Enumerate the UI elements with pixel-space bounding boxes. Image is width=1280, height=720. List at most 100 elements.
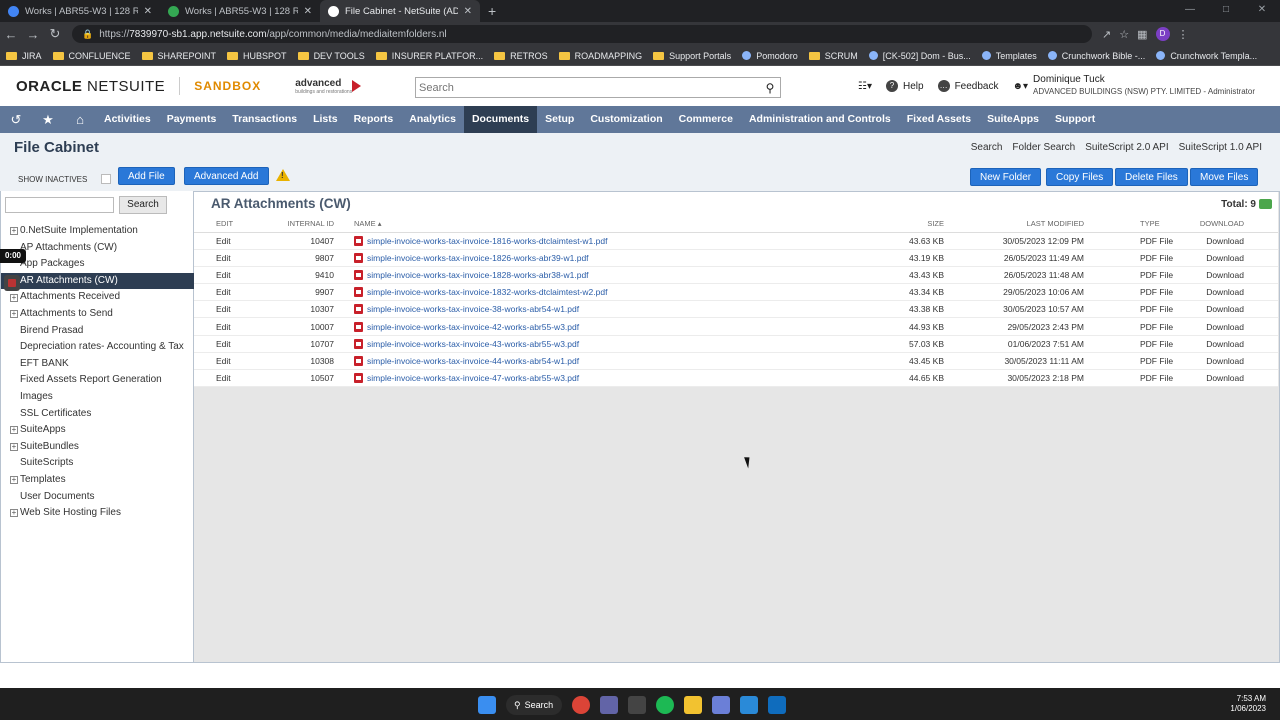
new-tab-button[interactable]: + [480, 0, 504, 22]
column-header-name[interactable]: NAME ▴ [354, 215, 824, 233]
url-field[interactable]: 🔒 https://7839970-sb1.app.netsuite.com/a… [72, 25, 1092, 43]
tab-close-icon[interactable]: ✕ [464, 6, 472, 17]
global-search-input[interactable] [416, 78, 760, 97]
file-name-link[interactable]: simple-invoice-works-tax-invoice-1826-wo… [367, 253, 589, 263]
favorites-icon[interactable]: ★ [32, 112, 64, 128]
tree-folder-item[interactable]: AR Attachments (CW) [1, 272, 194, 290]
back-icon[interactable]: ← [0, 27, 22, 42]
download-link[interactable]: Download [1184, 232, 1278, 250]
bookmark-item[interactable]: Crunchwork Bible -... [1047, 51, 1145, 61]
page-link[interactable]: Search [971, 142, 1003, 153]
reload-icon[interactable]: ↻ [44, 26, 66, 42]
folder-search-button[interactable]: Search [119, 196, 167, 214]
puzzle-icon[interactable]: ▦ [1137, 28, 1147, 41]
bookmark-item[interactable]: Support Portals [653, 51, 731, 61]
bookmark-item[interactable]: SCRUM [808, 51, 858, 61]
tree-folder-item[interactable]: + SuiteApps [1, 422, 194, 439]
bookmark-item[interactable]: JIRA [6, 51, 42, 61]
expand-plus-icon[interactable]: + [10, 227, 18, 236]
file-name-link[interactable]: simple-invoice-works-tax-invoice-47-work… [367, 373, 579, 383]
export-excel-icon[interactable] [1259, 199, 1272, 209]
tree-folder-item[interactable]: + Attachments Received [1, 289, 194, 306]
bookmark-item[interactable]: SHAREPOINT [141, 51, 216, 61]
tree-folder-item[interactable]: Images [1, 389, 194, 406]
tree-folder-item[interactable]: +0.NetSuite Implementation [1, 223, 194, 240]
tree-folder-item[interactable]: AP Attachments (CW) [1, 240, 194, 257]
move-files-button[interactable]: Move Files [1190, 168, 1259, 186]
file-name-link[interactable]: simple-invoice-works-tax-invoice-1828-wo… [367, 270, 589, 280]
expand-plus-icon[interactable]: + [10, 310, 18, 319]
bookmark-item[interactable]: HUBSPOT [227, 51, 287, 61]
browser-tab[interactable]: Works | ABR55-W3 | 128 Roberts ✕ [160, 0, 320, 22]
nav-item-support[interactable]: Support [1047, 106, 1103, 133]
edit-link[interactable]: Edit [194, 352, 254, 371]
bookmark-item[interactable]: Crunchwork Templa... [1156, 51, 1257, 61]
download-link[interactable]: Download [1184, 352, 1278, 371]
show-inactives-checkbox[interactable] [101, 174, 112, 184]
edit-link[interactable]: Edit [194, 232, 254, 250]
bookmark-item[interactable]: Pomodoro [742, 51, 798, 61]
bookmark-item[interactable]: Templates [981, 51, 1037, 61]
recent-icon[interactable]: ↺ [0, 112, 32, 128]
taskbar-search[interactable]: ⚲ Search [506, 695, 562, 715]
nav-item-commerce[interactable]: Commerce [671, 106, 741, 133]
nav-item-lists[interactable]: Lists [305, 106, 346, 133]
chrome-icon[interactable] [572, 696, 590, 714]
edit-link[interactable]: Edit [194, 300, 254, 319]
nav-item-analytics[interactable]: Analytics [401, 106, 464, 133]
browser-tab[interactable]: File Cabinet - NetSuite (ADVANC ✕ [320, 0, 480, 22]
add-file-button[interactable]: Add File [118, 167, 175, 185]
bookmark-item[interactable]: [CK-502] Dom - Bus... [868, 51, 971, 61]
recent-records-icon[interactable]: ☷▾ [858, 81, 872, 92]
system-clock[interactable]: 7:53 AM 1/06/2023 [1230, 694, 1266, 714]
file-explorer-icon[interactable] [684, 696, 702, 714]
feedback-link[interactable]: … Feedback [937, 80, 998, 92]
tree-folder-item[interactable]: + Attachments to Send [1, 306, 194, 323]
delete-files-button[interactable]: Delete Files [1115, 168, 1188, 186]
outlook-icon[interactable] [768, 696, 786, 714]
profile-avatar[interactable]: D [1155, 27, 1170, 41]
expand-plus-icon[interactable]: + [10, 509, 18, 518]
nav-item-administration-and-controls[interactable]: Administration and Controls [741, 106, 899, 133]
tab-close-icon[interactable]: ✕ [304, 6, 312, 17]
advanced-add-button[interactable]: Advanced Add [184, 167, 269, 185]
file-name-link[interactable]: simple-invoice-works-tax-invoice-38-work… [367, 304, 579, 314]
download-link[interactable]: Download [1184, 266, 1278, 285]
bookmark-item[interactable]: DEV TOOLS [297, 51, 365, 61]
close-window-icon[interactable]: ✕ [1244, 0, 1280, 20]
maximize-icon[interactable]: □ [1208, 0, 1244, 20]
nav-item-reports[interactable]: Reports [346, 106, 402, 133]
oracle-netsuite-logo[interactable]: ORACLE NETSUITE [16, 78, 165, 95]
spotify-icon[interactable] [656, 696, 674, 714]
calculator-icon[interactable] [628, 696, 646, 714]
nav-item-fixed-assets[interactable]: Fixed Assets [899, 106, 979, 133]
page-link[interactable]: SuiteScript 2.0 API [1085, 142, 1168, 153]
page-link[interactable]: SuiteScript 1.0 API [1179, 142, 1262, 153]
folder-search-input[interactable] [5, 197, 114, 213]
tree-folder-item[interactable]: App Packages [1, 256, 194, 273]
tree-folder-item[interactable]: User Documents [1, 489, 194, 506]
download-link[interactable]: Download [1184, 317, 1278, 336]
tree-folder-item[interactable]: + Templates [1, 472, 194, 489]
windows-start-icon[interactable] [478, 696, 496, 714]
page-link[interactable]: Folder Search [1012, 142, 1075, 153]
download-link[interactable]: Download [1184, 369, 1278, 388]
minimize-icon[interactable]: — [1172, 0, 1208, 20]
star-icon[interactable]: ☆ [1119, 28, 1129, 41]
bookmark-item[interactable]: RETROS [494, 51, 548, 61]
expand-plus-icon[interactable]: + [10, 293, 18, 302]
file-name-link[interactable]: simple-invoice-works-tax-invoice-44-work… [367, 356, 579, 366]
forward-icon[interactable]: → [22, 27, 44, 42]
tree-folder-item[interactable]: + SuiteBundles [1, 439, 194, 456]
nav-item-suiteapps[interactable]: SuiteApps [979, 106, 1047, 133]
stop-recording-icon[interactable] [4, 275, 20, 291]
user-menu[interactable]: ☻▾ Dominique Tuck ADVANCED BUILDINGS (NS… [1012, 74, 1255, 98]
search-icon[interactable]: ⚲ [760, 81, 780, 95]
browser-tab[interactable]: Works | ABR55-W3 | 128 Roberts ✕ [0, 0, 160, 22]
tab-close-icon[interactable]: ✕ [144, 6, 152, 17]
nav-item-setup[interactable]: Setup [537, 106, 582, 133]
menu-icon[interactable]: ⋮ [1178, 28, 1189, 41]
home-icon[interactable]: ⌂ [64, 112, 96, 127]
tree-folder-item[interactable]: Fixed Assets Report Generation [1, 372, 194, 389]
edit-link[interactable]: Edit [194, 249, 254, 267]
